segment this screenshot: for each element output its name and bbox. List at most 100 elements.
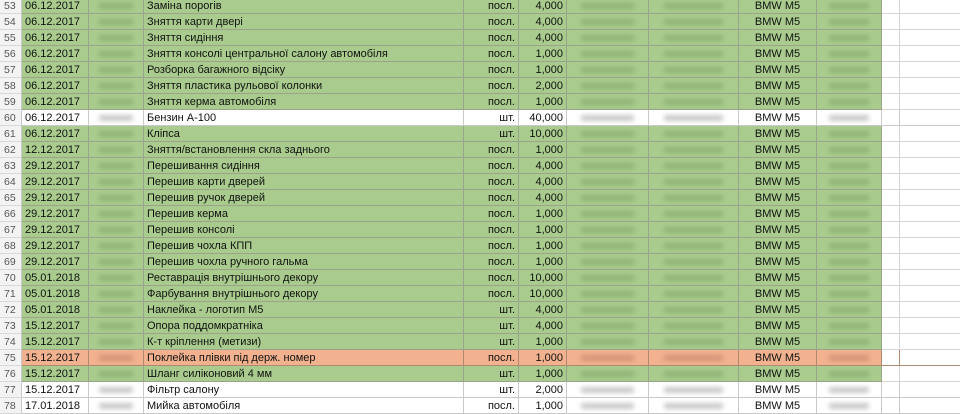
item-name-cell[interactable]: Поклейка плівки під держ. номер [144, 350, 464, 366]
sum-cell-redacted[interactable] [649, 174, 739, 190]
quantity-cell[interactable]: 1,000 [519, 238, 567, 254]
empty-cell[interactable] [882, 286, 900, 302]
date-cell[interactable]: 06.12.2017 [22, 0, 89, 14]
empty-cell[interactable] [900, 254, 960, 270]
sum-cell-redacted[interactable] [649, 110, 739, 126]
car-cell[interactable]: BMW M5 [739, 222, 817, 238]
doc-cell-redacted[interactable] [817, 46, 882, 62]
doc-cell-redacted[interactable] [817, 222, 882, 238]
empty-cell[interactable] [900, 318, 960, 334]
empty-cell[interactable] [882, 318, 900, 334]
code-cell-redacted[interactable] [89, 126, 144, 142]
item-name-cell[interactable]: Бензин А-100 [144, 110, 464, 126]
item-name-cell[interactable]: Реставрація внутрішнього декору [144, 270, 464, 286]
date-cell[interactable]: 05.01.2018 [22, 286, 89, 302]
unit-cell[interactable]: посл. [464, 78, 519, 94]
code-cell-redacted[interactable] [89, 158, 144, 174]
date-cell[interactable]: 15.12.2017 [22, 350, 89, 366]
empty-cell[interactable] [882, 14, 900, 30]
sum-cell-redacted[interactable] [649, 302, 739, 318]
unit-cell[interactable]: шт. [464, 110, 519, 126]
empty-cell[interactable] [882, 302, 900, 318]
empty-cell[interactable] [900, 30, 960, 46]
car-cell[interactable]: BMW M5 [739, 302, 817, 318]
date-cell[interactable]: 15.12.2017 [22, 334, 89, 350]
car-cell[interactable]: BMW M5 [739, 366, 817, 382]
price-cell-redacted[interactable] [567, 94, 649, 110]
quantity-cell[interactable]: 10,000 [519, 270, 567, 286]
quantity-cell[interactable]: 4,000 [519, 30, 567, 46]
unit-cell[interactable]: шт. [464, 318, 519, 334]
table-row[interactable]: 63 29.12.2017 Перешивання сидіння посл. 4,00… [0, 158, 960, 174]
table-row[interactable]: 65 29.12.2017 Перешив ручок дверей посл. 4,0… [0, 190, 960, 206]
empty-cell[interactable] [900, 334, 960, 350]
date-cell[interactable]: 06.12.2017 [22, 14, 89, 30]
item-name-cell[interactable]: Наклейка - логотип М5 [144, 302, 464, 318]
quantity-cell[interactable]: 1,000 [519, 206, 567, 222]
code-cell-redacted[interactable] [89, 286, 144, 302]
price-cell-redacted[interactable] [567, 30, 649, 46]
unit-cell[interactable]: посл. [464, 286, 519, 302]
quantity-cell[interactable]: 4,000 [519, 174, 567, 190]
unit-cell[interactable]: шт. [464, 334, 519, 350]
sum-cell-redacted[interactable] [649, 366, 739, 382]
empty-cell[interactable] [900, 78, 960, 94]
item-name-cell[interactable]: Кліпса [144, 126, 464, 142]
doc-cell-redacted[interactable] [817, 78, 882, 94]
unit-cell[interactable]: шт. [464, 302, 519, 318]
code-cell-redacted[interactable] [89, 14, 144, 30]
table-row[interactable]: 61 06.12.2017 Кліпса шт. 10,000 BMW M5 [0, 126, 960, 142]
car-cell[interactable]: BMW M5 [739, 382, 817, 398]
code-cell-redacted[interactable] [89, 174, 144, 190]
price-cell-redacted[interactable] [567, 0, 649, 14]
quantity-cell[interactable]: 4,000 [519, 318, 567, 334]
doc-cell-redacted[interactable] [817, 302, 882, 318]
empty-cell[interactable] [900, 190, 960, 206]
doc-cell-redacted[interactable] [817, 238, 882, 254]
item-name-cell[interactable]: Зняття пластика рульової колонки [144, 78, 464, 94]
table-row[interactable]: 71 05.01.2018 Фарбування внутрішнього деко… [0, 286, 960, 302]
doc-cell-redacted[interactable] [817, 126, 882, 142]
empty-cell[interactable] [900, 62, 960, 78]
table-row[interactable]: 68 29.12.2017 Перешив чохла КПП посл. 1,000 B… [0, 238, 960, 254]
empty-cell[interactable] [882, 206, 900, 222]
price-cell-redacted[interactable] [567, 366, 649, 382]
table-row[interactable]: 76 15.12.2017 Шланг силіконовий 4 мм шт. 1,0… [0, 366, 960, 382]
unit-cell[interactable]: посл. [464, 206, 519, 222]
empty-cell[interactable] [900, 142, 960, 158]
table-row[interactable]: 75 15.12.2017 Поклейка плівки під держ. но… [0, 350, 960, 366]
code-cell-redacted[interactable] [89, 222, 144, 238]
unit-cell[interactable]: посл. [464, 142, 519, 158]
unit-cell[interactable]: посл. [464, 0, 519, 14]
date-cell[interactable]: 29.12.2017 [22, 238, 89, 254]
unit-cell[interactable]: шт. [464, 126, 519, 142]
date-cell[interactable]: 29.12.2017 [22, 254, 89, 270]
item-name-cell[interactable]: Зняття керма автомобіля [144, 94, 464, 110]
doc-cell-redacted[interactable] [817, 334, 882, 350]
doc-cell-redacted[interactable] [817, 206, 882, 222]
table-row[interactable]: 69 29.12.2017 Перешив чохла ручного гальма… [0, 254, 960, 270]
car-cell[interactable]: BMW M5 [739, 46, 817, 62]
doc-cell-redacted[interactable] [817, 14, 882, 30]
price-cell-redacted[interactable] [567, 286, 649, 302]
date-cell[interactable]: 15.12.2017 [22, 366, 89, 382]
price-cell-redacted[interactable] [567, 14, 649, 30]
quantity-cell[interactable]: 1,000 [519, 46, 567, 62]
unit-cell[interactable]: посл. [464, 30, 519, 46]
unit-cell[interactable]: посл. [464, 350, 519, 366]
car-cell[interactable]: BMW M5 [739, 0, 817, 14]
date-cell[interactable]: 06.12.2017 [22, 62, 89, 78]
price-cell-redacted[interactable] [567, 382, 649, 398]
date-cell[interactable]: 15.12.2017 [22, 318, 89, 334]
sum-cell-redacted[interactable] [649, 382, 739, 398]
quantity-cell[interactable]: 4,000 [519, 0, 567, 14]
empty-cell[interactable] [900, 94, 960, 110]
item-name-cell[interactable]: Розборка багажного відсіку [144, 62, 464, 78]
doc-cell-redacted[interactable] [817, 286, 882, 302]
date-cell[interactable]: 06.12.2017 [22, 94, 89, 110]
car-cell[interactable]: BMW M5 [739, 62, 817, 78]
code-cell-redacted[interactable] [89, 110, 144, 126]
empty-cell[interactable] [882, 0, 900, 14]
empty-cell[interactable] [900, 222, 960, 238]
sum-cell-redacted[interactable] [649, 206, 739, 222]
